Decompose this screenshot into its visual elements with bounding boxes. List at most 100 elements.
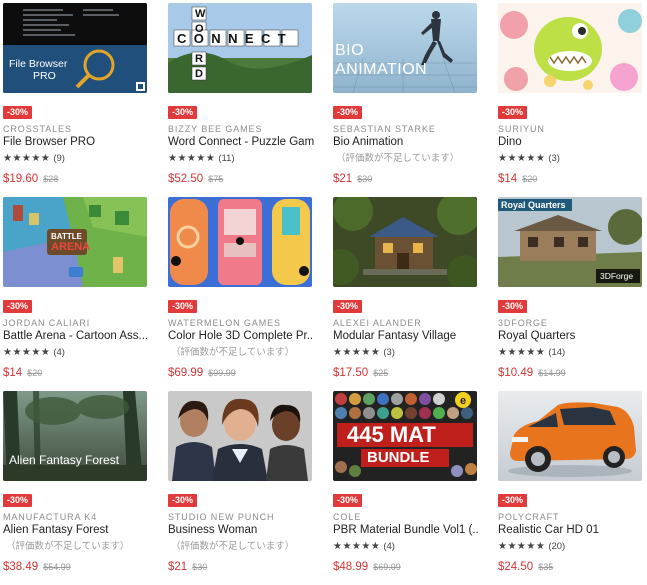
discount-badge: -30% [333,106,363,119]
price-block: $14 $20 [3,363,42,381]
alien-forest-thumb [3,391,147,481]
price-block: $21 $30 [333,169,372,187]
publisher-link[interactable]: JORDAN CALIARI [3,318,90,328]
product-card[interactable]: BATTLE ARENA -30% JORDAN CALIARI Battle … [3,197,149,391]
original-price: $99.99 [208,368,236,378]
thumb-caption: Royal Quarters [501,200,566,210]
publisher-link[interactable]: POLYCRAFT [498,512,559,522]
publisher-link[interactable]: SEBASTIAN STARKE [333,124,436,134]
original-price: $14.99 [538,368,566,378]
discount-badge: -30% [498,106,528,119]
3dforge-logo: 3DForge [600,271,634,281]
price-block: $38.49 $54.99 [3,557,71,575]
rating-count: (3) [383,347,395,358]
product-title[interactable]: Alien Fantasy Forest [3,524,149,536]
publisher-link[interactable]: 3DFORGE [498,318,548,328]
sale-price: $24.50 [498,561,534,573]
product-title[interactable]: Royal Quarters [498,330,644,342]
publisher-link[interactable]: BIZZY BEE GAMES [168,124,262,134]
product-title[interactable]: Word Connect - Puzzle Game [168,136,314,148]
rating-count: (4) [383,541,395,552]
star-rating-icon: ★★★★★ [3,347,51,358]
rating: ★★★★★ (14) [498,347,565,359]
product-card[interactable]: e 445 MAT BUNDLE -30% COLE PBR Material … [333,391,479,585]
product-title[interactable]: Realistic Car HD 01 [498,524,644,536]
thumb-caption: BATTLE ARENA [51,232,91,253]
discount-badge: -30% [3,106,33,119]
original-price: $20 [522,174,538,184]
product-card[interactable]: -30% WATERMELON GAMES Color Hole 3D Comp… [168,197,314,391]
product-thumbnail[interactable]: File Browser PRO [3,3,147,93]
thumb-caption: File Browser PRO [9,58,68,82]
rating: ★★★★★ (3) [498,153,560,165]
product-card[interactable]: W O R D CONNECT -30% BIZZY BEE GAMES Wor… [168,3,314,197]
thumb-letters-bottom: R D [195,53,203,80]
rating-count: (9) [53,153,65,164]
publisher-link[interactable]: ALEXEI ALANDER [333,318,422,328]
product-title[interactable]: File Browser PRO [3,136,149,148]
product-title[interactable]: Bio Animation [333,136,479,148]
product-card[interactable]: -30% SURIYUN Dino ★★★★★ (3) $14 $20 [498,3,644,197]
product-title[interactable]: Battle Arena - Cartoon Ass... [3,330,149,342]
sale-price: $21 [168,561,188,573]
publisher-link[interactable]: COLE [333,512,361,522]
discount-badge: -30% [3,300,33,313]
rating-count: (4) [53,347,65,358]
no-rating-text: （評価数が不足しています） [336,153,460,164]
price-block: $10.49 $14.99 [498,363,566,381]
price-block: $17.50 $25 [333,363,388,381]
original-price: $25 [373,368,389,378]
rating-count: (14) [548,347,566,358]
publisher-link[interactable]: STUDIO NEW PUNCH [168,512,274,522]
rating-count: (11) [218,153,235,164]
rating-count: (20) [548,541,566,552]
product-title[interactable]: Color Hole 3D Complete Pr... [168,330,314,342]
product-thumbnail[interactable] [168,197,312,287]
product-thumbnail[interactable] [498,391,642,481]
price-block: $14 $20 [498,169,537,187]
product-card[interactable]: -30% POLYCRAFT Realistic Car HD 01 ★★★★★… [498,391,644,585]
product-title[interactable]: PBR Material Bundle Vol1 (... [333,524,479,536]
product-card[interactable]: BIO ANIMATION -30% SEBASTIAN STARKE Bio … [333,3,479,197]
product-card[interactable]: Royal Quarters 3DForge -30% 3DFORGE Roya… [498,197,644,391]
product-thumbnail[interactable]: e 445 MAT BUNDLE [333,391,477,481]
discount-badge: -30% [333,300,363,313]
thumb-word: CONNECT [177,31,294,46]
discount-badge: -30% [168,494,198,507]
publisher-link[interactable]: CROSSTALES [3,124,72,134]
thumb-caption: Alien Fantasy Forest [9,453,120,467]
fantasy-village-thumb [333,197,477,287]
rating: ★★★★★ (4) [333,541,395,553]
product-title[interactable]: Business Woman [168,524,314,536]
product-thumbnail[interactable] [168,391,312,481]
product-thumbnail[interactable]: Royal Quarters 3DForge [498,197,642,287]
realistic-car-thumb [498,391,642,481]
rating: ★★★★★ (3) [333,347,395,359]
publisher-link[interactable]: WATERMELON GAMES [168,318,281,328]
sale-price: $17.50 [333,367,369,379]
product-thumbnail[interactable]: BATTLE ARENA [3,197,147,287]
star-rating-icon: ★★★★★ [498,541,546,552]
thumb-caption: BIO ANIMATION [335,42,428,78]
product-card[interactable]: -30% ALEXEI ALANDER Modular Fantasy Vill… [333,197,479,391]
star-rating-icon: ★★★★★ [168,153,216,164]
svg-text:e: e [460,395,466,407]
product-thumbnail[interactable]: W O R D CONNECT [168,3,312,93]
publisher-link[interactable]: SURIYUN [498,124,545,134]
rating: （評価数が不足しています） [3,541,129,553]
product-card[interactable]: -30% STUDIO NEW PUNCH Business Woman （評価… [168,391,314,585]
price-block: $21 $30 [168,557,207,575]
product-thumbnail[interactable]: BIO ANIMATION [333,3,477,93]
product-title[interactable]: Dino [498,136,644,148]
product-card[interactable]: File Browser PRO -30% CROSSTALES File Br… [3,3,149,197]
original-price: $75 [208,174,224,184]
price-block: $48.99 $69.99 [333,557,401,575]
product-title[interactable]: Modular Fantasy Village [333,330,479,342]
product-card[interactable]: Alien Fantasy Forest -30% MANUFACTURA K4… [3,391,149,585]
product-thumbnail[interactable] [498,3,642,93]
product-thumbnail[interactable] [333,197,477,287]
publisher-link[interactable]: MANUFACTURA K4 [3,512,97,522]
product-thumbnail[interactable]: Alien Fantasy Forest [3,391,147,481]
business-woman-thumb [168,391,312,481]
price-block: $52.50 $75 [168,169,223,187]
